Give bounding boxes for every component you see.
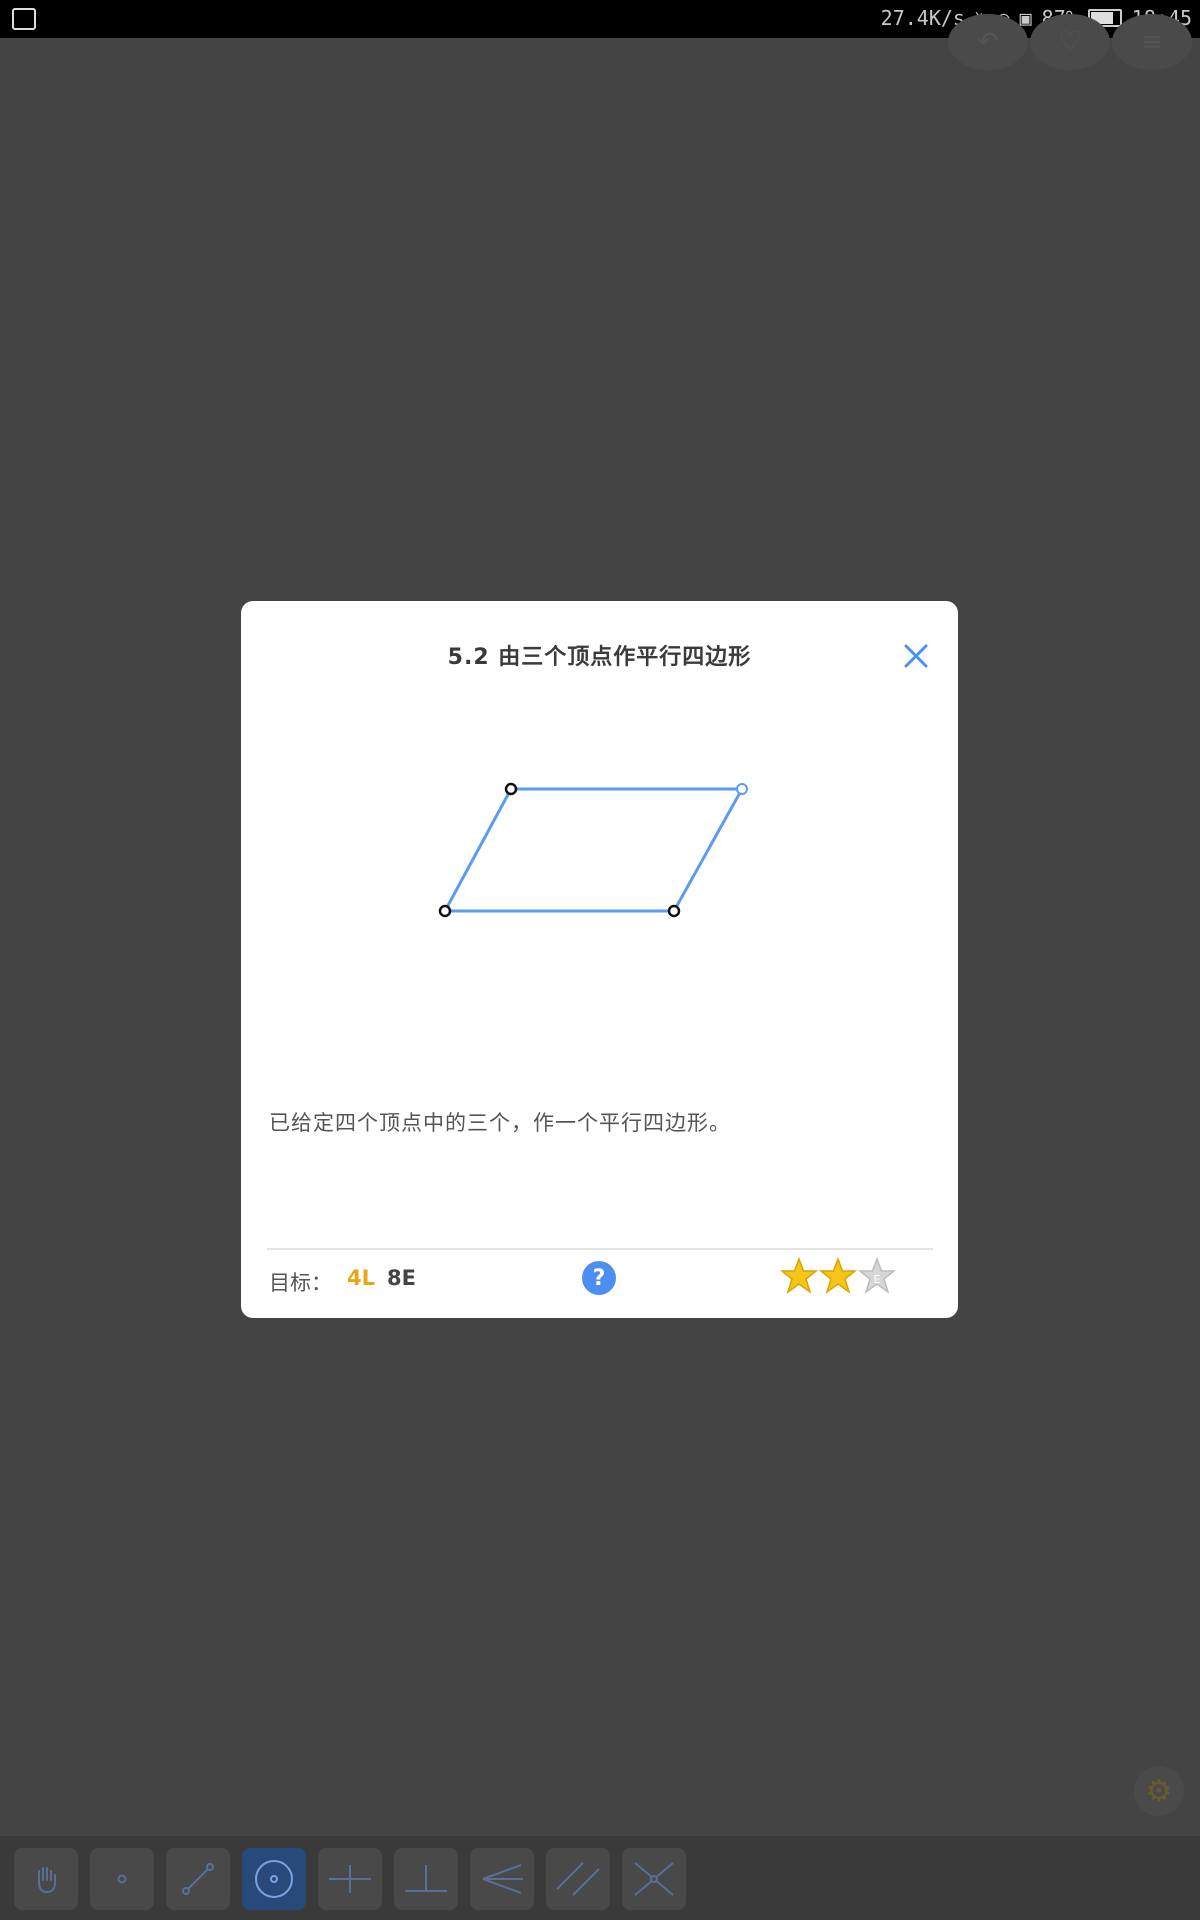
gallery-notification-icon bbox=[12, 8, 36, 30]
network-speed: 27.4K/s bbox=[880, 6, 965, 30]
settings-gear-icon[interactable]: ⚙ bbox=[1134, 1766, 1184, 1816]
parallelogram-figure bbox=[438, 782, 748, 918]
point-icon bbox=[117, 1874, 127, 1884]
segment-icon bbox=[182, 1863, 214, 1895]
circle-icon bbox=[255, 1860, 293, 1898]
perpendicular-bisector-tool-button[interactable] bbox=[318, 1848, 382, 1910]
hand-icon bbox=[38, 1867, 56, 1894]
constructed-vertex bbox=[736, 783, 748, 795]
undo-button[interactable]: ↶ bbox=[948, 14, 1028, 70]
move-tool-button[interactable] bbox=[14, 1848, 78, 1910]
intersection-tool-button[interactable] bbox=[622, 1848, 686, 1910]
perpendicular-icon bbox=[405, 1865, 447, 1892]
line-tool-button[interactable] bbox=[166, 1848, 230, 1910]
intersection-icon bbox=[634, 1862, 674, 1896]
star-icon bbox=[818, 1257, 858, 1294]
level-info-dialog: 5.2 由三个顶点作平行四边形 已给定四个顶点中的三个，作一个平行四边形。 目标… bbox=[241, 601, 958, 1318]
perpendicular-bisector-icon bbox=[329, 1865, 371, 1893]
menu-button[interactable]: ≡ bbox=[1112, 14, 1192, 70]
given-vertex bbox=[504, 782, 518, 796]
tool-bar bbox=[0, 1836, 1200, 1920]
star-rating: E bbox=[780, 1257, 897, 1294]
parallel-icon bbox=[556, 1862, 600, 1896]
circle-tool-button[interactable] bbox=[242, 1848, 306, 1910]
perpendicular-tool-button[interactable] bbox=[394, 1848, 458, 1910]
third-star-label: E bbox=[874, 1273, 881, 1286]
parallel-tool-button[interactable] bbox=[546, 1848, 610, 1910]
goal-l-count: 4L bbox=[347, 1266, 375, 1290]
goal-e-count: 8E bbox=[387, 1266, 416, 1290]
given-vertex bbox=[667, 904, 681, 918]
task-description: 已给定四个顶点中的三个，作一个平行四边形。 bbox=[269, 1111, 731, 1135]
angle-bisector-icon bbox=[482, 1864, 523, 1894]
given-vertex bbox=[438, 904, 452, 918]
hint-button[interactable]: ♡ bbox=[1030, 14, 1110, 70]
divider bbox=[267, 1248, 933, 1250]
parallelogram-shape bbox=[442, 787, 745, 913]
point-tool-button[interactable] bbox=[90, 1848, 154, 1910]
goal-label: 目标： bbox=[269, 1271, 332, 1295]
help-button[interactable]: ? bbox=[582, 1261, 616, 1295]
star-icon bbox=[780, 1257, 819, 1294]
angle-bisector-tool-button[interactable] bbox=[470, 1848, 534, 1910]
